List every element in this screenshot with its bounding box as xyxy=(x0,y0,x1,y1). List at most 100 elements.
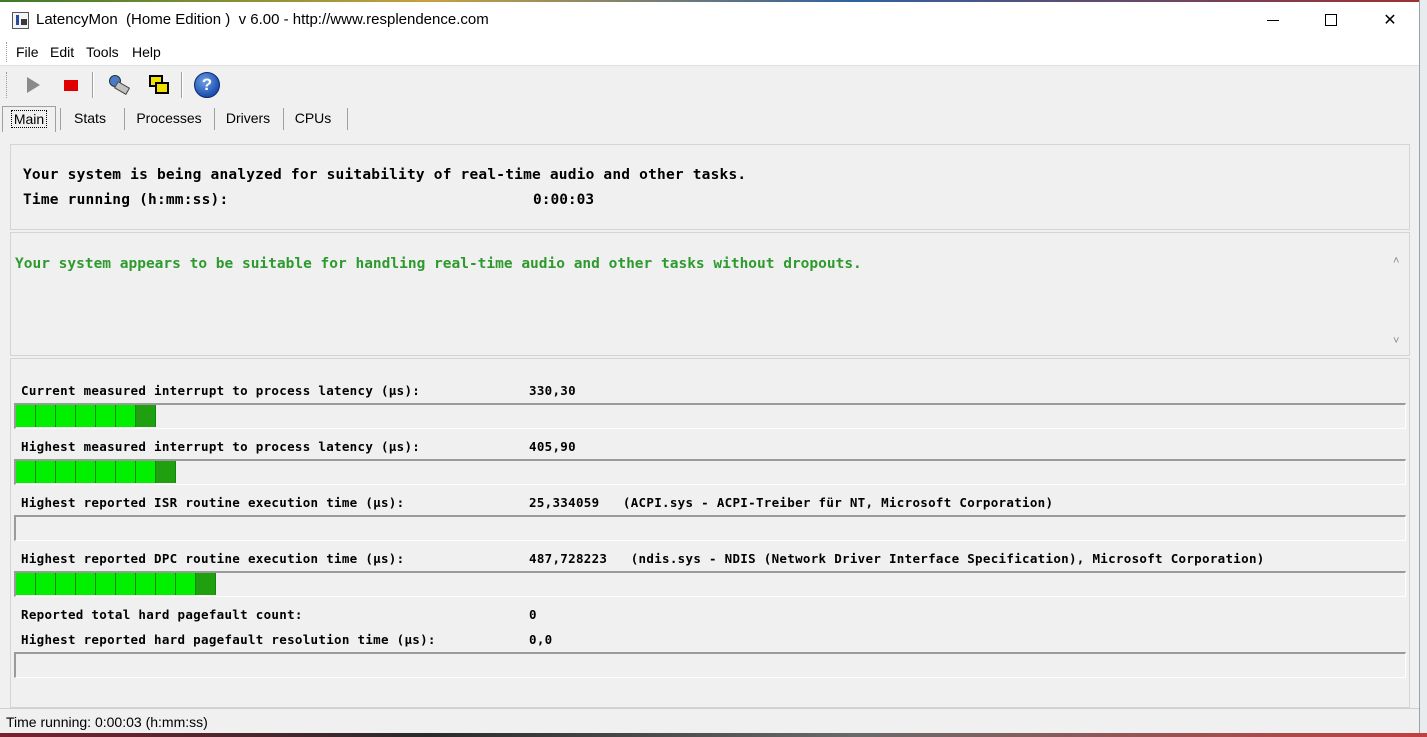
tab-label: CPUs xyxy=(294,110,332,126)
minimize-button[interactable] xyxy=(1244,2,1302,38)
progress-segment xyxy=(136,573,156,595)
time-running-value: 0:00:03 xyxy=(533,192,595,208)
analysis-panel: Your system is being analyzed for suitab… xyxy=(10,144,1410,230)
progress-segment xyxy=(156,461,176,483)
tab-bar: Main Stats Processes Drivers CPUs xyxy=(0,104,1419,132)
isr-label: Highest reported ISR routine execution t… xyxy=(21,495,405,510)
verdict-panel: Your system appears to be suitable for h… xyxy=(10,232,1410,356)
status-bar: Time running: 0:00:03 (h:mm:ss) xyxy=(0,708,1419,733)
current-latency-label: Current measured interrupt to process la… xyxy=(21,383,421,398)
progress-segment xyxy=(116,405,136,427)
scroll-up-icon[interactable]: ˄ xyxy=(1393,255,1399,267)
isr-bar xyxy=(14,515,1406,541)
tab-label: Drivers xyxy=(225,110,271,126)
progress-segment xyxy=(196,573,216,595)
progress-fill xyxy=(16,405,156,427)
progress-segment xyxy=(76,573,96,595)
progress-segment xyxy=(56,405,76,427)
dpc-label: Highest reported DPC routine execution t… xyxy=(21,551,405,566)
toolbar-separator xyxy=(92,72,94,98)
progress-segment xyxy=(36,573,56,595)
tab-separator xyxy=(60,108,61,130)
pagefault-time-bar xyxy=(14,652,1406,678)
progress-segment xyxy=(96,461,116,483)
isr-value: 25,334059 (ACPI.sys - ACPI-Treiber für N… xyxy=(529,495,1054,510)
title-bar[interactable]: LatencyMon (Home Edition ) v 6.00 - http… xyxy=(0,2,1419,38)
stop-icon xyxy=(64,79,78,91)
menu-file[interactable]: File xyxy=(16,44,39,60)
pagefault-time-value: 0,0 xyxy=(529,632,553,647)
progress-segment xyxy=(16,461,36,483)
progress-segment xyxy=(56,573,76,595)
progress-segment xyxy=(96,405,116,427)
maximize-icon xyxy=(1325,14,1337,26)
app-window: LatencyMon (Home Edition ) v 6.00 - http… xyxy=(0,2,1419,733)
stop-button[interactable] xyxy=(56,70,86,100)
toolbar-separator xyxy=(181,72,183,98)
minimize-icon xyxy=(1267,19,1279,21)
progress-segment xyxy=(36,461,56,483)
pagefault-count-value: 0 xyxy=(529,607,537,622)
progress-segment xyxy=(16,405,36,427)
windows-button[interactable] xyxy=(144,70,174,100)
tab-cpus[interactable]: CPUs xyxy=(287,106,339,132)
tab-processes[interactable]: Processes xyxy=(128,106,210,132)
maximize-button[interactable] xyxy=(1302,2,1360,38)
progress-segment xyxy=(16,573,36,595)
menu-tools[interactable]: Tools xyxy=(86,44,119,60)
progress-segment xyxy=(36,405,56,427)
tab-separator xyxy=(283,108,284,130)
close-icon: ✕ xyxy=(1383,12,1397,29)
tab-main[interactable]: Main xyxy=(2,106,56,132)
progress-segment xyxy=(156,573,176,595)
tab-drivers[interactable]: Drivers xyxy=(218,106,278,132)
progress-segment xyxy=(56,461,76,483)
tab-stats[interactable]: Stats xyxy=(62,106,118,132)
menubar-grip[interactable] xyxy=(6,42,8,62)
progress-fill xyxy=(16,461,176,483)
menu-edit[interactable]: Edit xyxy=(50,44,74,60)
highest-latency-value: 405,90 xyxy=(529,439,576,454)
tab-separator xyxy=(124,108,125,130)
progress-segment xyxy=(76,461,96,483)
progress-segment xyxy=(136,405,156,427)
progress-segment xyxy=(96,573,116,595)
start-button[interactable] xyxy=(18,70,48,100)
window-title: LatencyMon (Home Edition ) v 6.00 - http… xyxy=(36,11,489,28)
pagefault-time-label: Highest reported hard pagefault resoluti… xyxy=(21,632,436,647)
scroll-down-icon[interactable]: ˅ xyxy=(1393,335,1399,347)
dpc-value: 487,728223 (ndis.sys - NDIS (Network Dri… xyxy=(529,551,1265,566)
tab-label: Main xyxy=(10,110,48,128)
desktop-background-right xyxy=(1419,0,1427,737)
analyze-button[interactable] xyxy=(103,70,133,100)
play-icon xyxy=(26,77,40,93)
toolbar: ? xyxy=(0,66,1419,102)
desktop-background-bottom xyxy=(0,733,1427,737)
progress-segment xyxy=(116,573,136,595)
progress-segment xyxy=(136,461,156,483)
analyze-icon xyxy=(106,73,131,97)
verdict-text: Your system appears to be suitable for h… xyxy=(15,256,862,272)
highest-latency-label: Highest measured interrupt to process la… xyxy=(21,439,421,454)
help-button[interactable]: ? xyxy=(192,70,222,100)
menu-help[interactable]: Help xyxy=(132,44,161,60)
tab-separator xyxy=(214,108,215,130)
current-latency-value: 330,30 xyxy=(529,383,576,398)
toolbar-grip[interactable] xyxy=(6,72,8,98)
metrics-panel: Current measured interrupt to process la… xyxy=(10,358,1410,708)
app-icon[interactable] xyxy=(12,12,29,29)
progress-segment xyxy=(116,461,136,483)
progress-segment xyxy=(176,573,196,595)
current-latency-bar xyxy=(14,403,1406,429)
highest-latency-bar xyxy=(14,459,1406,485)
tab-label: Processes xyxy=(136,110,202,126)
progress-fill xyxy=(16,573,216,595)
pagefault-count-label: Reported total hard pagefault count: xyxy=(21,607,303,622)
close-button[interactable]: ✕ xyxy=(1361,2,1419,38)
verdict-scrollbar[interactable]: ˄ ˅ xyxy=(1389,233,1409,355)
help-icon: ? xyxy=(194,72,220,98)
tab-label: Stats xyxy=(74,110,106,126)
windows-icon xyxy=(147,73,171,97)
dpc-bar xyxy=(14,571,1406,597)
progress-segment xyxy=(76,405,96,427)
